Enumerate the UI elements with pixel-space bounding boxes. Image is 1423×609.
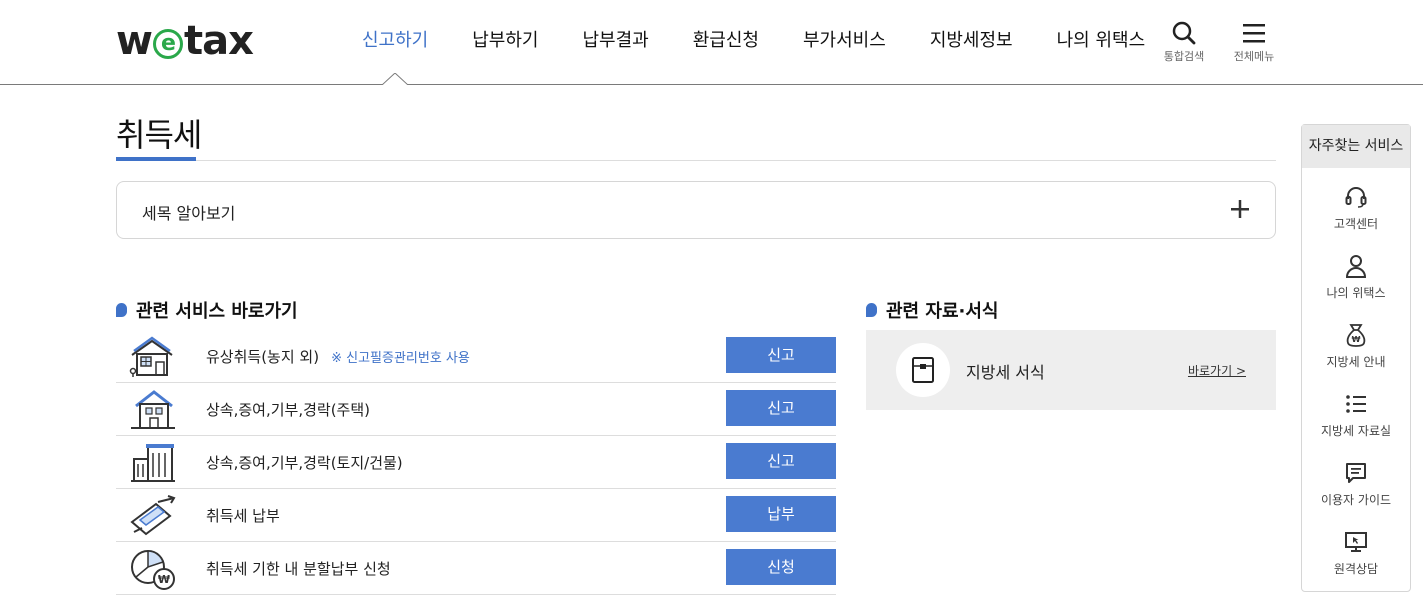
services-section-title: 관련 서비스 바로가기 xyxy=(116,297,298,323)
document-form-icon xyxy=(912,357,934,383)
quick-services-panel: 자주찾는 서비스 고객센터 나의 위택스 ₩ 지방세 안내 지방세 자료실 이용… xyxy=(1301,124,1411,592)
title-underline xyxy=(116,157,196,161)
list-item: 유상취득(농지 외) ※ 신고필증관리번호 사용 신고 xyxy=(116,330,836,383)
resources-section-title: 관련 자료·서식 xyxy=(866,297,998,323)
site-header: w e tax 신고하기 납부하기 납부결과 환급신청 부가서비스 지방세정보 나의… xyxy=(0,0,1423,86)
service-name: 취득세 납부 xyxy=(206,507,280,525)
logo-prefix: w xyxy=(116,18,153,64)
hamburger-icon xyxy=(1243,24,1265,43)
person-icon xyxy=(1345,255,1367,278)
forms-label: 지방세 서식 xyxy=(966,363,1045,382)
pie-won-icon: ₩ xyxy=(131,550,175,590)
building-icon xyxy=(131,444,175,482)
title-divider xyxy=(116,160,1276,161)
house-plot-icon xyxy=(129,336,173,377)
accordion-label: 세목 알아보기 xyxy=(142,204,236,223)
nav-item-my-wetax[interactable]: 나의 위택스 xyxy=(1035,28,1168,54)
quick-item-remote-consult[interactable]: 원격상담 xyxy=(1302,530,1410,577)
wetax-logo[interactable]: w e tax xyxy=(116,18,254,64)
report-button[interactable]: 신고 xyxy=(726,337,836,373)
local-tax-forms-card: 지방세 서식 바로가기 > xyxy=(866,330,1276,410)
full-menu-button[interactable]: 전체메뉴 xyxy=(1224,20,1284,64)
nav-item-payment-result[interactable]: 납부결과 xyxy=(561,28,671,54)
quick-item-label: 지방세 안내 xyxy=(1326,355,1386,369)
logo-suffix: tax xyxy=(183,18,254,64)
search-icon xyxy=(1172,21,1196,45)
monitor-icon xyxy=(1345,532,1367,552)
quick-item-label: 원격상담 xyxy=(1333,562,1379,576)
nav-item-report[interactable]: 신고하기 xyxy=(340,28,450,54)
list-icon xyxy=(1346,395,1366,413)
page-title: 취득세 xyxy=(116,116,202,154)
service-note: ※ 신고필증관리번호 사용 xyxy=(331,351,470,366)
quick-item-local-tax-guide[interactable]: ₩ 지방세 안내 xyxy=(1302,323,1410,370)
headset-icon xyxy=(1345,187,1367,208)
menu-label: 전체메뉴 xyxy=(1233,50,1275,63)
service-list: 유상취득(농지 외) ※ 신고필증관리번호 사용 신고 상속,증여,기부,경락(주… xyxy=(116,330,836,595)
main-nav: 신고하기 납부하기 납부결과 환급신청 부가서비스 지방세정보 나의 위택스 xyxy=(340,28,1167,54)
list-item: 상속,증여,기부,경락(토지/건물) 신고 xyxy=(116,436,836,489)
svg-text:₩: ₩ xyxy=(1352,335,1361,344)
resources-section-label: 관련 자료·서식 xyxy=(886,301,999,322)
section-bullet-icon xyxy=(866,303,877,317)
service-name: 취득세 기한 내 분할납부 신청 xyxy=(206,560,391,578)
svg-text:₩: ₩ xyxy=(158,573,170,586)
quick-item-my-wetax[interactable]: 나의 위택스 xyxy=(1302,254,1410,301)
quick-item-label: 이용자 가이드 xyxy=(1320,493,1392,507)
integrated-search-button[interactable]: 통합검색 xyxy=(1154,20,1214,64)
services-section-label: 관련 서비스 바로가기 xyxy=(136,301,298,322)
search-label: 통합검색 xyxy=(1163,50,1205,63)
quick-item-customer-center[interactable]: 고객센터 xyxy=(1302,185,1410,232)
quick-panel-title: 자주찾는 서비스 xyxy=(1302,125,1410,168)
report-button[interactable]: 신고 xyxy=(726,443,836,479)
house-icon xyxy=(131,390,175,429)
section-bullet-icon xyxy=(116,303,127,317)
nav-item-extra-services[interactable]: 부가서비스 xyxy=(781,28,908,54)
quick-item-local-tax-library[interactable]: 지방세 자료실 xyxy=(1302,392,1410,439)
pay-button[interactable]: 납부 xyxy=(726,496,836,532)
report-button[interactable]: 신고 xyxy=(726,390,836,426)
service-name: 상속,증여,기부,경락(토지/건물) xyxy=(206,454,403,472)
service-name: 상속,증여,기부,경락(주택) xyxy=(206,401,371,419)
apply-button[interactable]: 신청 xyxy=(726,549,836,585)
go-to-forms-link[interactable]: 바로가기 > xyxy=(1188,362,1246,379)
logo-e-mark: e xyxy=(152,29,183,59)
quick-item-label: 지방세 자료실 xyxy=(1320,424,1392,438)
chat-icon xyxy=(1346,463,1366,483)
quick-item-label: 나의 위택스 xyxy=(1326,286,1386,300)
tax-info-accordion[interactable]: 세목 알아보기 xyxy=(116,181,1276,239)
money-bag-icon: ₩ xyxy=(1346,324,1366,347)
service-name-text: 유상취득(농지 외) xyxy=(206,348,320,366)
payment-icon xyxy=(130,495,176,536)
list-item: ₩ 취득세 기한 내 분할납부 신청 신청 xyxy=(116,542,836,595)
nav-item-local-tax-info[interactable]: 지방세정보 xyxy=(908,28,1035,54)
plus-icon xyxy=(1231,200,1249,218)
list-item: 취득세 납부 납부 xyxy=(116,489,836,542)
list-item: 상속,증여,기부,경락(주택) 신고 xyxy=(116,383,836,436)
nav-item-payment[interactable]: 납부하기 xyxy=(450,28,560,54)
form-icon-circle xyxy=(896,343,950,397)
quick-item-label: 고객센터 xyxy=(1333,217,1379,231)
quick-item-user-guide[interactable]: 이용자 가이드 xyxy=(1302,461,1410,508)
service-name: 유상취득(농지 외) ※ 신고필증관리번호 사용 xyxy=(206,346,470,367)
nav-item-refund[interactable]: 환급신청 xyxy=(671,28,781,54)
